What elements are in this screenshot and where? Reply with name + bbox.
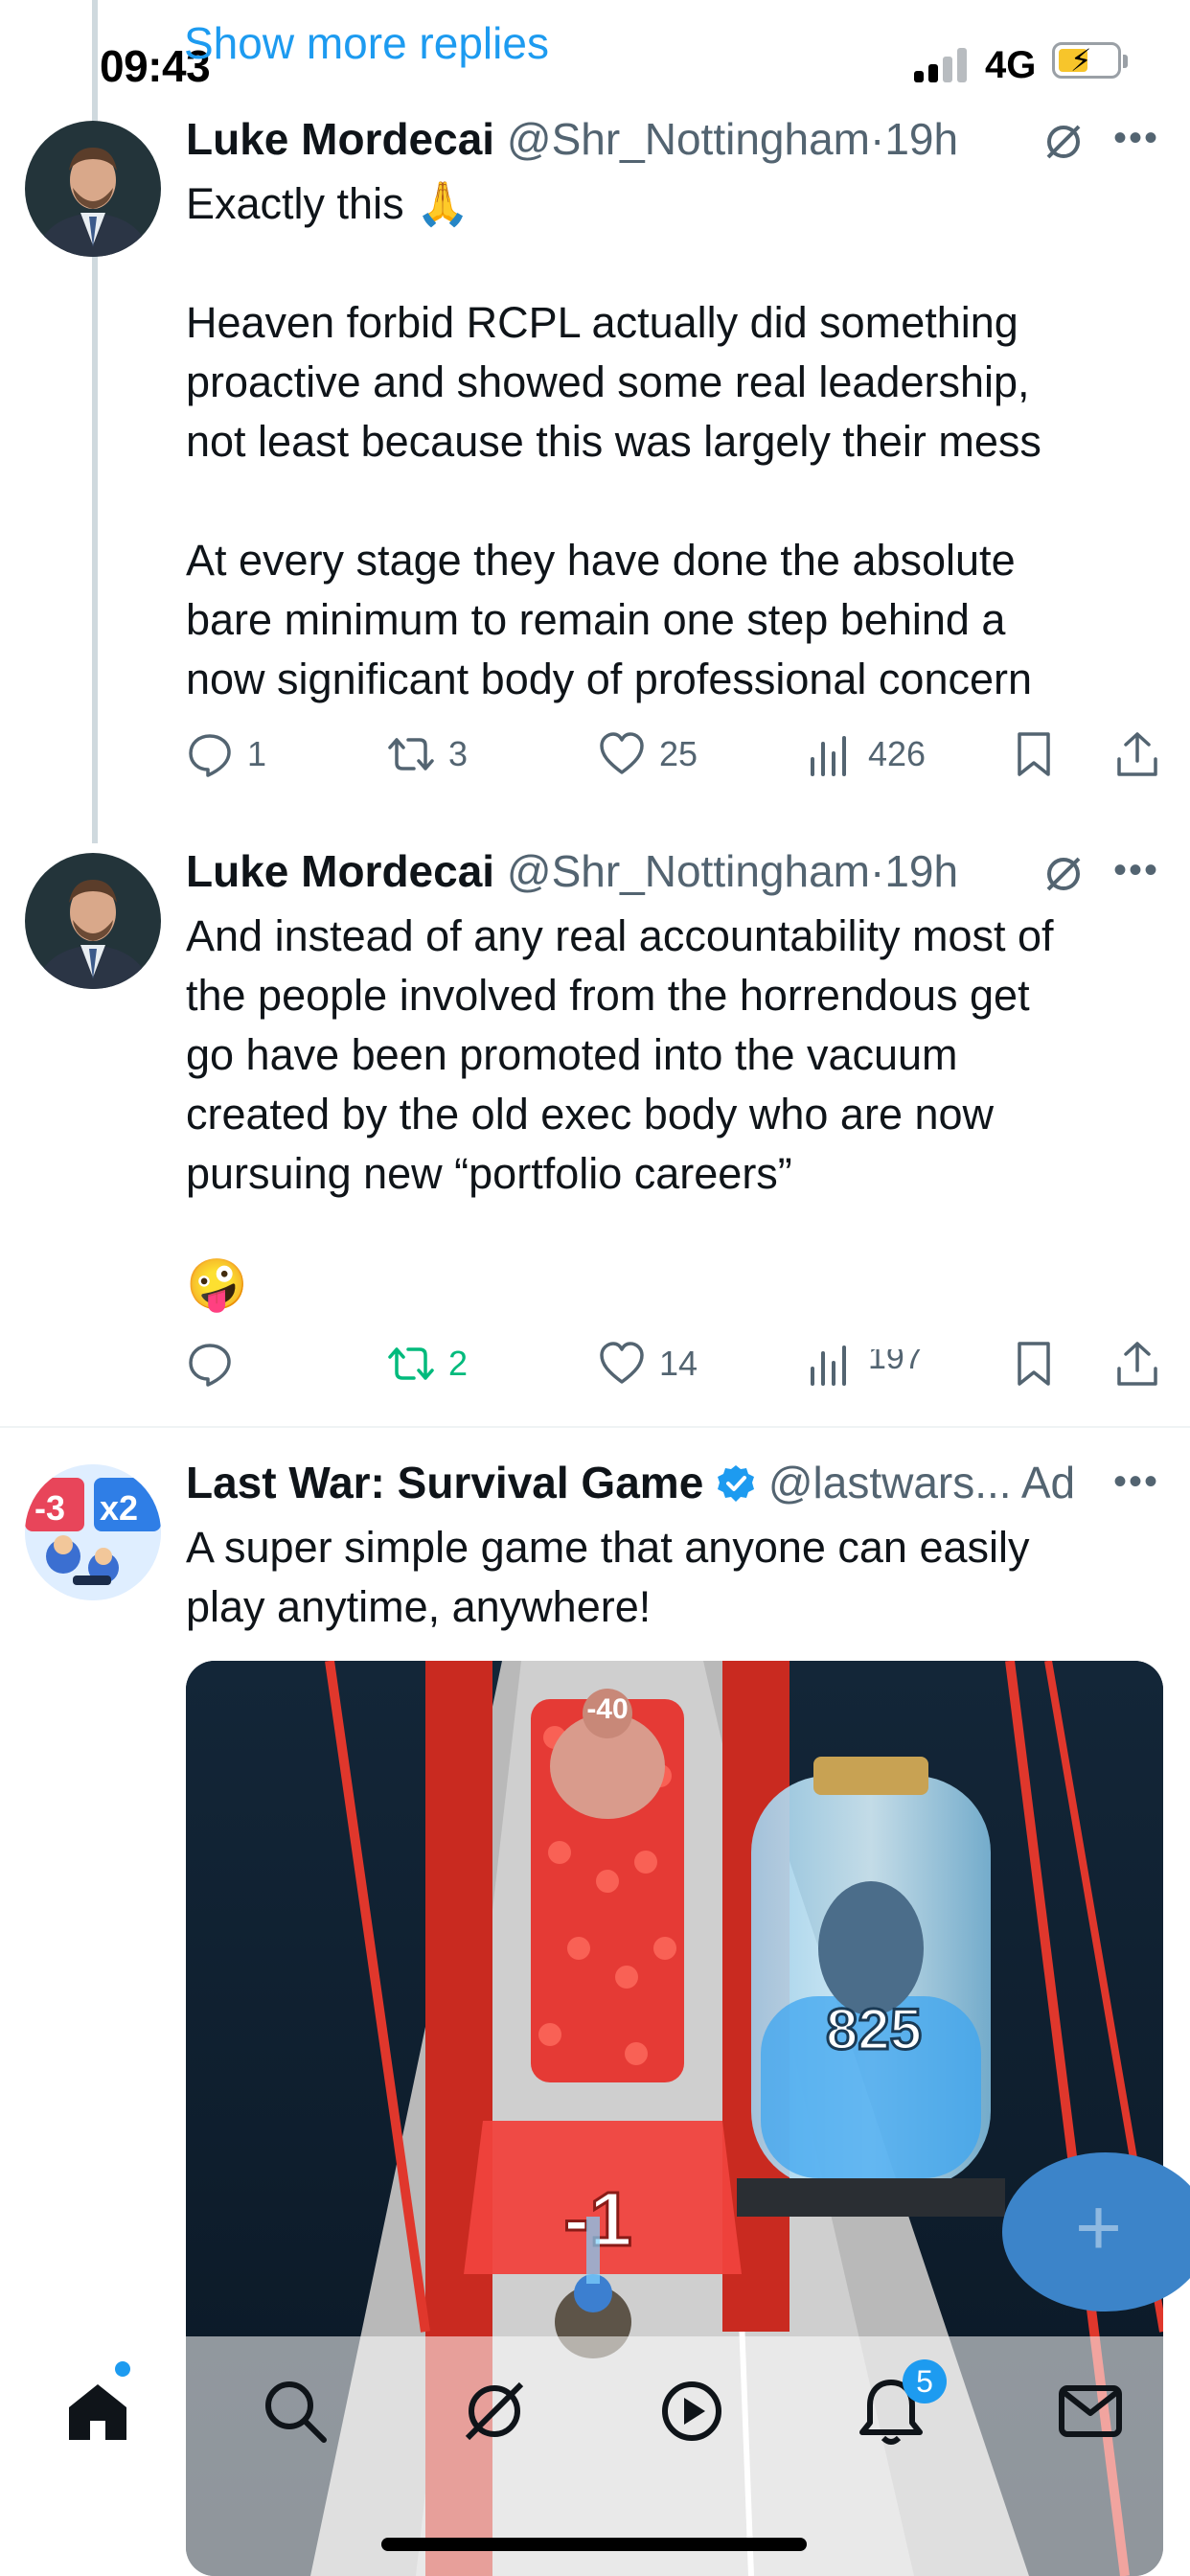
reply-icon [189,734,231,777]
more-options-icon[interactable]: ••• [1113,1460,1159,1504]
like-count: 14 [659,1344,698,1383]
share-icon[interactable] [1113,730,1161,778]
tweet-header: Luke Mordecai @Shr_Nottingham·19h [186,845,958,897]
author-handle[interactable]: @Shr_Nottingham [507,846,870,896]
ad-header: Last War: Survival Game @lastwars... Ad [186,1457,1075,1508]
grok-icon[interactable] [1042,853,1085,895]
like-button[interactable]: 25 [598,730,698,778]
reply-icon [189,1344,231,1387]
divider [0,1426,1190,1428]
avatar[interactable] [25,121,161,257]
ad-label: Ad [1020,1458,1076,1507]
repost-icon [388,1347,434,1380]
home-icon[interactable] [61,2375,134,2448]
author-handle[interactable]: @Shr_Nottingham [507,114,870,164]
like-count: 25 [659,734,698,773]
share-icon[interactable] [1113,1340,1161,1388]
tweet-text: And instead of any real accountability m… [186,911,1054,1198]
zany-face-emoji: 🤪 [186,1257,248,1313]
advertiser-handle[interactable]: @lastwars... [768,1458,1012,1507]
separator-dot: · [869,846,885,896]
advertiser-name[interactable]: Last War: Survival Game [186,1458,703,1507]
jar-value: 825 [826,1997,922,2061]
home-indicator[interactable] [381,2538,807,2551]
bookmark-icon[interactable] [1010,1340,1058,1388]
ad-text: A super simple game that anyone can easi… [186,1523,1030,1631]
grok-icon[interactable] [1042,121,1085,163]
repost-button[interactable]: 3 [387,730,468,778]
heart-icon [600,732,644,774]
new-posts-dot [115,2361,130,2377]
verified-badge-icon [718,1465,755,1502]
author-name[interactable]: Luke Mordecai [186,114,494,164]
ad-avatar[interactable]: -3 x2 [25,1464,161,1600]
heart-icon [600,1342,644,1384]
messages-icon[interactable] [1054,2375,1127,2448]
avatar-left-text: -3 [34,1488,65,1528]
reply-button[interactable]: 1 [186,730,266,778]
signal-icon [914,48,972,82]
more-options-icon[interactable]: ••• [1113,117,1159,160]
views-button[interactable]: 426 [807,730,926,778]
search-icon[interactable] [259,2375,332,2448]
video-icon[interactable] [655,2375,728,2448]
repost-count: 2 [448,1344,469,1383]
avatar-right-text: x2 [100,1488,138,1528]
separator-dot: · [869,114,885,164]
tweet-time[interactable]: 19h [884,846,958,896]
repost-count: 3 [448,734,469,773]
folded-hands-emoji: 🙏 [416,179,470,228]
repost-button[interactable]: 2 [387,1340,468,1388]
repost-icon [388,738,434,770]
reply-button[interactable] [186,1340,247,1388]
show-more-replies-link[interactable]: Show more replies [184,17,549,69]
tweet-text: Exactly this 🙏 [186,174,469,234]
network-label: 4G [985,44,1037,86]
plus-icon: + [1075,2182,1123,2272]
notifications-badge: 5 [903,2359,947,2404]
views-icon [811,1346,846,1386]
more-options-icon[interactable]: ••• [1113,849,1159,892]
tweet-text-line: Exactly this [186,179,404,228]
grok-icon[interactable] [458,2375,531,2448]
views-icon [811,736,846,776]
views-button[interactable]: 197 [807,1340,923,1388]
enemy-value: -40 [586,1693,628,1725]
battery-icon: ⚡ [1052,42,1128,79]
author-name[interactable]: Luke Mordecai [186,846,494,896]
view-count: 197 [868,1349,923,1376]
tweet-header: Luke Mordecai @Shr_Nottingham·19h [186,113,958,165]
like-button[interactable]: 14 [598,1340,698,1388]
tweet-text-continued: Heaven forbid RCPL actually did somethin… [186,298,1041,703]
bookmark-icon[interactable] [1010,730,1058,778]
view-count: 426 [868,734,927,773]
tweet-time[interactable]: 19h [884,114,958,164]
avatar[interactable] [25,853,161,989]
reply-count: 1 [247,734,267,773]
